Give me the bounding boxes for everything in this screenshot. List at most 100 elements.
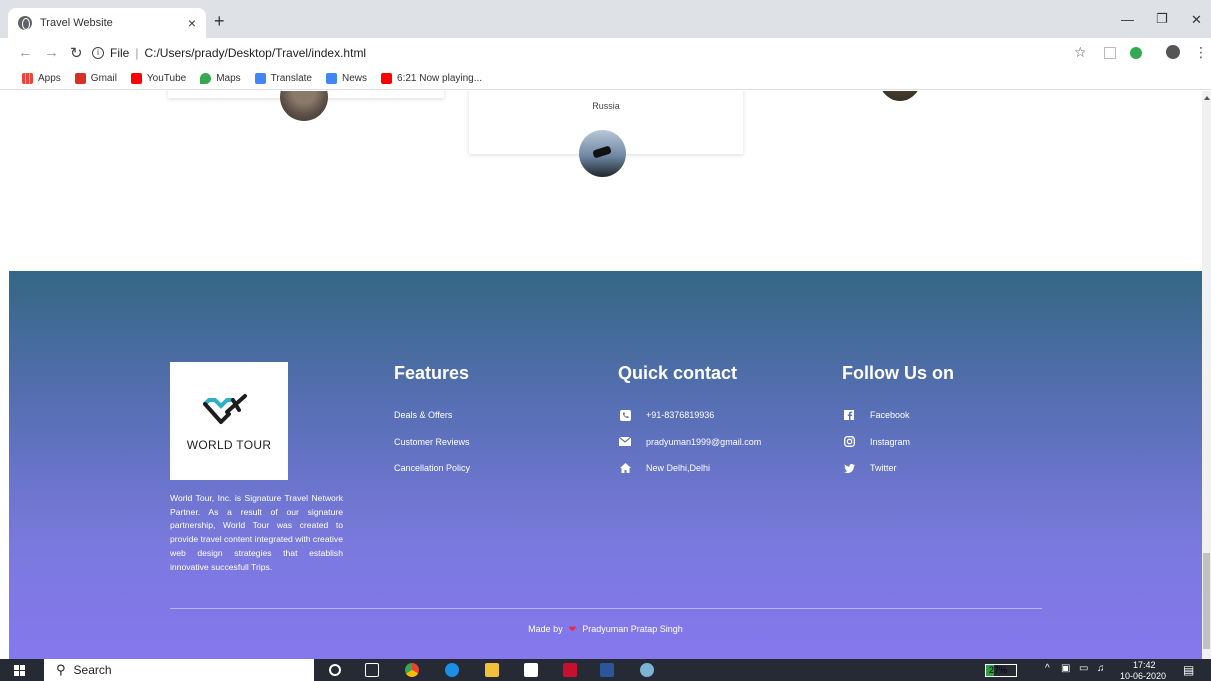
volume-icon[interactable]: ♫	[1097, 663, 1105, 674]
clock-time[interactable]: 17:42	[1133, 660, 1156, 670]
edge-icon[interactable]	[445, 663, 459, 677]
bookmark-news[interactable]: News	[326, 73, 367, 84]
network-icon[interactable]: ▭	[1079, 663, 1088, 674]
email-address: pradyuman1999@gmail.com	[646, 436, 762, 447]
bookmark-label: Gmail	[90, 73, 117, 84]
card-location: Russia	[592, 101, 620, 111]
translate-icon	[254, 73, 266, 84]
extension-globe-icon[interactable]	[1130, 47, 1142, 59]
avatar-detail	[592, 145, 612, 159]
footer-about-text: World Tour, Inc. is Signature Travel Net…	[170, 493, 343, 572]
bookmarks-bar: Apps Gmail YouTube Maps Translate News 6…	[0, 68, 1211, 90]
chrome-icon[interactable]	[405, 663, 419, 677]
close-window-icon[interactable]: ✕	[1191, 12, 1202, 28]
url-separator: |	[135, 46, 139, 60]
store-icon[interactable]	[524, 663, 538, 677]
forward-icon[interactable]: →	[44, 44, 59, 61]
extension-icon[interactable]	[1104, 47, 1116, 59]
reload-icon[interactable]: ↻	[70, 44, 83, 62]
url-path: C:/Users/prady/Desktop/Travel/index.html	[144, 46, 367, 60]
contact-phone[interactable]: +91-8376819936	[618, 402, 761, 429]
task-view-icon[interactable]	[365, 663, 379, 677]
home-icon	[618, 463, 632, 474]
contact-address[interactable]: New Delhi,Delhi	[618, 455, 761, 482]
profile-icon[interactable]	[1166, 45, 1180, 59]
contact-email[interactable]: pradyuman1999@gmail.com	[618, 429, 761, 456]
bookmark-label: Apps	[38, 73, 61, 84]
battery-percent: 27%	[989, 665, 1008, 675]
bookmark-star-icon[interactable]: ☆	[1074, 44, 1087, 61]
taskbar-search[interactable]: ⚲ Search	[44, 659, 314, 681]
facebook-label: Facebook	[870, 410, 910, 421]
social-facebook[interactable]: Facebook	[842, 402, 954, 429]
globe-icon	[18, 16, 32, 30]
instagram-label: Instagram	[870, 436, 911, 447]
bookmark-label: News	[342, 73, 368, 84]
bookmark-gmail[interactable]: Gmail	[74, 73, 117, 84]
twitter-label: Twitter	[870, 463, 897, 474]
footer-divider	[170, 608, 1042, 609]
bookmark-label: YouTube	[146, 73, 187, 84]
social-title: Follow Us on	[842, 363, 954, 383]
back-icon[interactable]: ←	[18, 44, 33, 61]
restore-icon[interactable]: ❐	[1156, 11, 1168, 27]
contact-column: Quick contact +91-8376819936 pradyuman19…	[618, 363, 761, 482]
author-name: Pradyuman Pratap Singh	[582, 624, 683, 634]
windows-start-icon[interactable]	[14, 665, 26, 676]
browser-tab[interactable]: Travel Website ×	[8, 8, 206, 38]
menu-icon[interactable]: ⋮	[1194, 44, 1208, 61]
link-customer-reviews[interactable]: Customer Reviews	[394, 429, 470, 456]
bookmark-label: Maps	[216, 73, 241, 84]
clock-date[interactable]: 10-06-2020	[1120, 671, 1166, 681]
mcafee-icon[interactable]	[563, 663, 577, 677]
scroll-up-icon[interactable]	[1204, 96, 1210, 100]
tab-close-button[interactable]: ×	[188, 15, 196, 31]
bookmark-maps[interactable]: Maps	[200, 73, 241, 84]
bookmark-apps[interactable]: Apps	[22, 73, 61, 84]
battery-indicator[interactable]: 27%	[985, 664, 1017, 677]
site-footer: WORLD TOUR World Tour, Inc. is Signature…	[9, 271, 1202, 659]
os-taskbar: ⚲ Search 27% ^ ▣ ▭ ♫ 17:42 10-06-2020 ▤	[0, 659, 1211, 681]
cortana-icon[interactable]	[329, 664, 341, 676]
link-cancellation-policy[interactable]: Cancellation Policy	[394, 455, 470, 482]
search-icon: ⚲	[56, 662, 66, 677]
social-twitter[interactable]: Twitter	[842, 455, 954, 482]
footer-brand-name: WORLD TOUR	[186, 438, 272, 452]
youtube-icon	[381, 73, 393, 84]
footer-logo[interactable]: WORLD TOUR	[170, 362, 288, 480]
phone-icon	[618, 409, 632, 421]
notifications-icon[interactable]: ▤	[1183, 663, 1194, 677]
social-column: Follow Us on Facebook Instagram Twitter	[842, 363, 954, 482]
url-field[interactable]: i File | C:/Users/prady/Desktop/Travel/i…	[92, 43, 1062, 63]
info-icon[interactable]: i	[92, 47, 104, 59]
contact-title: Quick contact	[618, 363, 738, 383]
bookmark-translate[interactable]: Translate	[254, 73, 312, 84]
minimize-icon[interactable]: —	[1121, 12, 1134, 27]
testimonial-avatar	[280, 91, 328, 121]
word-icon[interactable]	[600, 663, 614, 677]
social-instagram[interactable]: Instagram	[842, 429, 954, 456]
apps-icon	[22, 73, 33, 84]
world-tour-logo-icon	[203, 394, 247, 424]
bookmark-youtube[interactable]: YouTube	[130, 73, 187, 84]
twitter-icon	[842, 463, 856, 473]
gmail-icon	[74, 73, 86, 84]
tray-extension-icon[interactable]: ▣	[1061, 663, 1070, 674]
address-text: New Delhi,Delhi	[646, 463, 711, 474]
bookmark-label: Translate	[270, 73, 312, 84]
browser-tab-bar: Travel Website × + — ❐ ✕	[0, 0, 1211, 38]
testimonial-avatar	[579, 130, 626, 177]
url-scheme: File	[110, 46, 130, 60]
bookmark-now-playing[interactable]: 6:21 Now playing...	[381, 73, 482, 84]
new-tab-button[interactable]: +	[214, 12, 225, 30]
paint-icon[interactable]	[640, 663, 654, 677]
tray-chevron-icon[interactable]: ^	[1045, 663, 1050, 674]
file-explorer-icon[interactable]	[485, 663, 499, 677]
tab-title: Travel Website	[40, 17, 113, 29]
scrollbar-thumb[interactable]	[1203, 553, 1210, 649]
page-scrollbar[interactable]	[1202, 91, 1211, 659]
search-placeholder: Search	[73, 663, 112, 677]
testimonial-avatar	[878, 91, 922, 101]
page-viewport: Russia WORLD TOUR World Tour, Inc. is Si…	[0, 91, 1202, 659]
link-deals-offers[interactable]: Deals & Offers	[394, 402, 470, 429]
